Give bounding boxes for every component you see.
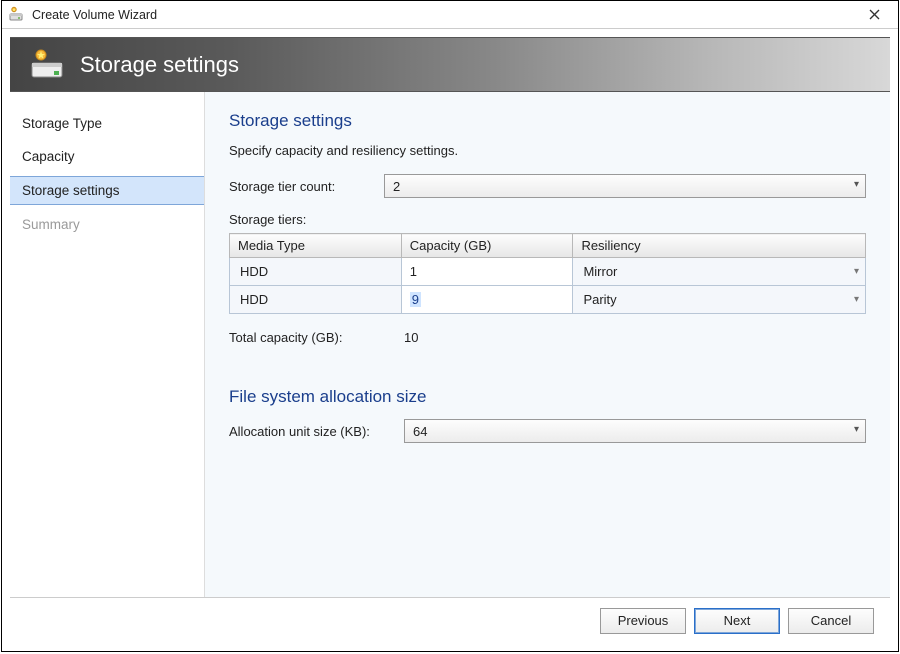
- wizard-footer: Previous Next Cancel: [10, 597, 890, 643]
- tier-media: HDD: [230, 260, 401, 283]
- close-icon: [869, 9, 880, 20]
- window-title: Create Volume Wizard: [32, 8, 856, 22]
- section-title-storage: Storage settings: [229, 111, 866, 131]
- wizard-header-title: Storage settings: [80, 52, 239, 78]
- tier-capacity-input[interactable]: 9: [402, 286, 573, 313]
- tier-media: HDD: [230, 288, 401, 311]
- tier-count-row: Storage tier count: 2 ▾: [229, 174, 866, 198]
- col-resiliency[interactable]: Resiliency: [573, 234, 866, 258]
- table-row: HDD 1 Mirror ▾: [230, 258, 866, 286]
- chevron-down-icon: ▾: [854, 424, 859, 435]
- tier-capacity-input[interactable]: 1: [402, 258, 573, 285]
- cancel-button[interactable]: Cancel: [788, 608, 874, 634]
- alloc-select[interactable]: 64 ▾: [404, 419, 866, 443]
- section-title-filesystem: File system allocation size: [229, 387, 866, 407]
- sidebar-item-label: Summary: [22, 217, 80, 232]
- sidebar-item-label: Capacity: [22, 149, 75, 164]
- storage-description: Specify capacity and resiliency settings…: [229, 143, 866, 158]
- previous-button[interactable]: Previous: [600, 608, 686, 634]
- sidebar-item-label: Storage Type: [22, 116, 102, 131]
- alloc-value: 64: [413, 424, 427, 439]
- tier-resiliency-select[interactable]: Parity ▾: [573, 286, 865, 313]
- tier-count-value: 2: [393, 179, 400, 194]
- table-row: HDD 9 Parity ▾: [230, 286, 866, 314]
- sidebar-item-summary: Summary: [10, 211, 204, 238]
- tier-count-select[interactable]: 2 ▾: [384, 174, 866, 198]
- col-media-type[interactable]: Media Type: [230, 234, 402, 258]
- total-capacity-value: 10: [404, 330, 418, 345]
- titlebar: Create Volume Wizard: [2, 1, 898, 29]
- tier-resiliency-select[interactable]: Mirror ▾: [573, 258, 865, 285]
- next-button[interactable]: Next: [694, 608, 780, 634]
- chevron-down-icon: ▾: [854, 179, 859, 190]
- wizard-sidebar: Storage Type Capacity Storage settings S…: [10, 92, 205, 597]
- sidebar-item-storage-settings[interactable]: Storage settings: [10, 176, 204, 205]
- total-capacity-label: Total capacity (GB):: [229, 330, 404, 345]
- drive-large-icon: [28, 47, 70, 83]
- chevron-down-icon: ▾: [854, 294, 859, 305]
- total-capacity-row: Total capacity (GB): 10: [229, 330, 866, 345]
- wizard-body: Storage Type Capacity Storage settings S…: [10, 92, 890, 597]
- tiers-table: Media Type Capacity (GB) Resiliency HDD …: [229, 233, 866, 314]
- drive-icon: [8, 6, 26, 24]
- tier-count-label: Storage tier count:: [229, 179, 384, 194]
- wizard-header: Storage settings: [10, 37, 890, 92]
- table-header-row: Media Type Capacity (GB) Resiliency: [230, 234, 866, 258]
- alloc-row: Allocation unit size (KB): 64 ▾: [229, 419, 866, 443]
- alloc-label: Allocation unit size (KB):: [229, 424, 404, 439]
- sidebar-item-label: Storage settings: [22, 183, 120, 198]
- sidebar-item-storage-type[interactable]: Storage Type: [10, 110, 204, 137]
- sidebar-item-capacity[interactable]: Capacity: [10, 143, 204, 170]
- col-capacity[interactable]: Capacity (GB): [401, 234, 573, 258]
- close-button[interactable]: [856, 1, 892, 28]
- tiers-label: Storage tiers:: [229, 212, 866, 227]
- wizard-window: Create Volume Wizard Storage settings St: [1, 0, 899, 652]
- chevron-down-icon: ▾: [854, 266, 859, 277]
- wizard-content: Storage settings Specify capacity and re…: [205, 92, 890, 597]
